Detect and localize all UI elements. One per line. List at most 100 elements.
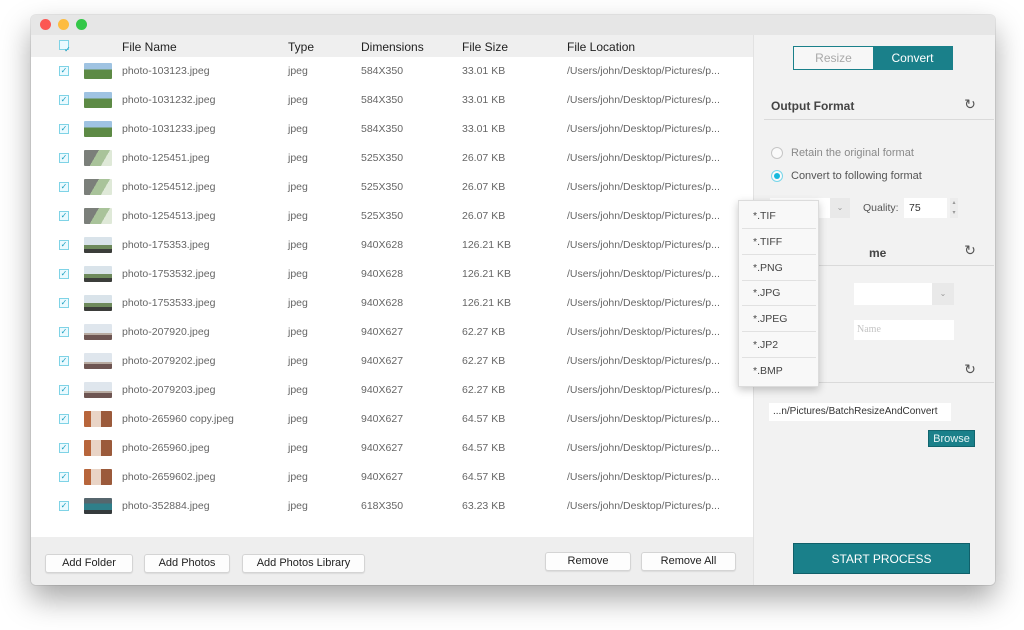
retain-format-label[interactable]: Retain the original format bbox=[791, 147, 914, 159]
column-header-type[interactable]: Type bbox=[288, 40, 314, 54]
row-checkbox[interactable]: ✓ bbox=[59, 298, 69, 308]
file-dimensions: 584X350 bbox=[361, 123, 404, 135]
table-row[interactable]: ✓ photo-103123.jpeg jpeg 584X350 33.01 KB/Us… bbox=[31, 57, 753, 86]
table-row[interactable]: ✓ photo-2079203.jpeg jpeg 940X627 62.27 KB/U… bbox=[31, 376, 753, 405]
check-icon: ✓ bbox=[60, 443, 68, 452]
refresh-icon[interactable]: ↻ bbox=[963, 362, 977, 376]
start-process-button[interactable]: START PROCESS bbox=[793, 543, 970, 574]
stepper-up-icon[interactable]: ▴ bbox=[950, 198, 958, 208]
column-header-file-location[interactable]: File Location bbox=[567, 40, 635, 54]
output-path-field[interactable]: ...n/Pictures/BatchResizeAndConvert bbox=[769, 403, 951, 421]
file-size: 26.07 KB bbox=[462, 181, 506, 193]
table-row[interactable]: ✓ photo-175353.jpeg jpeg 940X628 126.21 KB/U… bbox=[31, 231, 753, 260]
row-checkbox[interactable]: ✓ bbox=[59, 385, 69, 395]
file-location: /Users/john/Desktop/Pictures/p... bbox=[567, 210, 720, 222]
file-type: jpeg bbox=[288, 442, 308, 454]
row-checkbox[interactable]: ✓ bbox=[59, 240, 69, 250]
table-row[interactable]: ✓ photo-265960 copy.jpeg jpeg 940X627 64.57 … bbox=[31, 405, 753, 434]
row-checkbox[interactable]: ✓ bbox=[59, 153, 69, 163]
check-icon: ✓ bbox=[60, 182, 68, 191]
add-photos-button[interactable]: Add Photos bbox=[144, 554, 230, 573]
minimize-window-button[interactable] bbox=[58, 19, 69, 30]
row-checkbox[interactable]: ✓ bbox=[59, 95, 69, 105]
rename-select[interactable]: ⌄ bbox=[854, 283, 954, 305]
quality-stepper[interactable]: ▴ ▾ bbox=[950, 198, 958, 218]
dropdown-option[interactable]: *.JPG bbox=[742, 280, 816, 307]
refresh-icon[interactable]: ↻ bbox=[963, 243, 977, 257]
refresh-icon[interactable]: ↻ bbox=[963, 97, 977, 111]
select-all-checkbox[interactable]: ✓ bbox=[59, 40, 71, 54]
file-size: 64.57 KB bbox=[462, 471, 506, 483]
row-checkbox[interactable]: ✓ bbox=[59, 356, 69, 366]
chevron-down-icon[interactable]: ⌄ bbox=[830, 198, 850, 218]
browse-button[interactable]: Browse bbox=[928, 430, 975, 447]
file-name: photo-265960.jpeg bbox=[122, 442, 210, 454]
column-header-dimensions[interactable]: Dimensions bbox=[361, 40, 424, 54]
thumbnail-image bbox=[84, 266, 112, 282]
file-type: jpeg bbox=[288, 268, 308, 280]
dropdown-option[interactable]: *.PNG bbox=[742, 255, 816, 281]
dropdown-option[interactable]: *.TIFF bbox=[742, 229, 816, 255]
row-checkbox[interactable]: ✓ bbox=[59, 211, 69, 221]
table-row[interactable]: ✓ photo-1753532.jpeg jpeg 940X628 126.21 KB /… bbox=[31, 260, 753, 289]
add-folder-button[interactable]: Add Folder bbox=[45, 554, 133, 573]
dropdown-option[interactable]: *.JP2 bbox=[742, 332, 816, 358]
table-row[interactable]: ✓ photo-1254512.jpeg jpeg 525X350 26.07 KB/U… bbox=[31, 173, 753, 202]
table-row[interactable]: ✓ photo-1753533.jpeg jpeg 940X628 126.21 KB /… bbox=[31, 289, 753, 318]
check-icon: ✓ bbox=[60, 501, 68, 510]
dropdown-option[interactable]: *.JPEG bbox=[742, 306, 816, 333]
file-name: photo-2079203.jpeg bbox=[122, 384, 216, 396]
row-checkbox[interactable]: ✓ bbox=[59, 66, 69, 76]
file-location: /Users/john/Desktop/Pictures/p... bbox=[567, 152, 720, 164]
file-size: 33.01 KB bbox=[462, 65, 506, 77]
row-checkbox[interactable]: ✓ bbox=[59, 269, 69, 279]
table-row[interactable]: ✓ photo-1031232.jpeg jpeg 584X350 33.01 KB/U… bbox=[31, 86, 753, 115]
remove-all-button[interactable]: Remove All bbox=[641, 552, 736, 571]
check-icon: ✓ bbox=[60, 95, 68, 104]
table-row[interactable]: ✓ photo-1031233.jpeg jpeg 584X350 33.01 KB/U… bbox=[31, 115, 753, 144]
row-checkbox[interactable]: ✓ bbox=[59, 124, 69, 134]
file-name: photo-175353.jpeg bbox=[122, 239, 210, 251]
table-row[interactable]: ✓ photo-2079202.jpeg jpeg 940X627 62.27 KB/U… bbox=[31, 347, 753, 376]
row-checkbox[interactable]: ✓ bbox=[59, 327, 69, 337]
add-photos-library-button[interactable]: Add Photos Library bbox=[242, 554, 365, 573]
file-type: jpeg bbox=[288, 297, 308, 309]
row-checkbox[interactable]: ✓ bbox=[59, 182, 69, 192]
file-size: 33.01 KB bbox=[462, 123, 506, 135]
bottom-toolbar: Add Folder Add Photos Add Photos Library… bbox=[31, 537, 753, 585]
column-header-file-name[interactable]: File Name bbox=[122, 40, 177, 54]
thumbnail-image bbox=[84, 324, 112, 340]
file-name: photo-2659602.jpeg bbox=[122, 471, 216, 483]
check-icon: ✓ bbox=[60, 414, 68, 423]
row-checkbox[interactable]: ✓ bbox=[59, 443, 69, 453]
file-location: /Users/john/Desktop/Pictures/p... bbox=[567, 500, 720, 512]
row-checkbox[interactable]: ✓ bbox=[59, 501, 69, 511]
row-checkbox[interactable]: ✓ bbox=[59, 414, 69, 424]
name-input[interactable]: Name bbox=[854, 320, 954, 340]
quality-input[interactable]: 75 bbox=[904, 198, 947, 218]
table-row[interactable]: ✓ photo-352884.jpeg jpeg 618X350 63.23 KB/Us… bbox=[31, 492, 753, 521]
retain-format-radio[interactable] bbox=[771, 147, 783, 159]
thumbnail-image bbox=[84, 382, 112, 398]
divider bbox=[764, 119, 994, 120]
table-row[interactable]: ✓ photo-125451.jpeg jpeg 525X350 26.07 KB/Us… bbox=[31, 144, 753, 173]
convert-format-radio[interactable] bbox=[771, 170, 783, 182]
table-row[interactable]: ✓ photo-265960.jpeg jpeg 940X627 64.57 KB/Us… bbox=[31, 434, 753, 463]
dropdown-option[interactable]: *.TIF bbox=[742, 203, 816, 229]
zoom-window-button[interactable] bbox=[76, 19, 87, 30]
dropdown-option[interactable]: *.BMP bbox=[742, 358, 816, 384]
column-header-file-size[interactable]: File Size bbox=[462, 40, 508, 54]
close-window-button[interactable] bbox=[40, 19, 51, 30]
row-checkbox[interactable]: ✓ bbox=[59, 472, 69, 482]
file-location: /Users/john/Desktop/Pictures/p... bbox=[567, 384, 720, 396]
chevron-down-icon[interactable]: ⌄ bbox=[932, 283, 954, 305]
table-row[interactable]: ✓ photo-2659602.jpeg jpeg 940X627 64.57 KB/U… bbox=[31, 463, 753, 492]
stepper-down-icon[interactable]: ▾ bbox=[950, 208, 958, 218]
remove-button[interactable]: Remove bbox=[545, 552, 631, 571]
table-row[interactable]: ✓ photo-1254513.jpeg jpeg 525X350 26.07 KB/U… bbox=[31, 202, 753, 231]
table-row[interactable]: ✓ photo-207920.jpeg jpeg 940X627 62.27 KB/Us… bbox=[31, 318, 753, 347]
app-window: ✓ File Name Type Dimensions File Size Fi… bbox=[31, 15, 995, 585]
tab-convert[interactable]: Convert bbox=[873, 47, 952, 69]
tab-resize[interactable]: Resize bbox=[794, 47, 873, 69]
convert-format-label[interactable]: Convert to following format bbox=[791, 170, 922, 182]
